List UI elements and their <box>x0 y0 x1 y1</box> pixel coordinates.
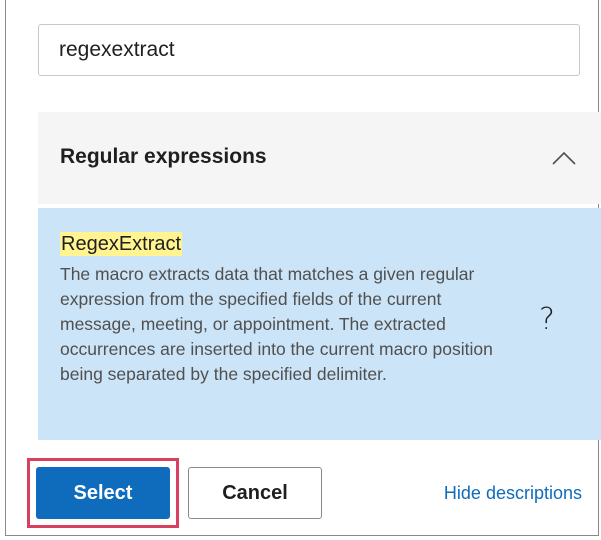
cancel-button[interactable]: Cancel <box>188 467 322 519</box>
select-button[interactable]: Select <box>36 467 170 519</box>
group-header-regular-expressions[interactable]: Regular expressions <box>38 112 601 204</box>
group-title: Regular expressions <box>60 145 267 168</box>
item-description: The macro extracts data that matches a g… <box>60 264 493 384</box>
chevron-up-icon[interactable] <box>550 148 578 168</box>
search-input[interactable] <box>38 24 580 76</box>
list-item-regexextract[interactable]: RegexExtract The macro extracts data tha… <box>38 208 601 440</box>
macro-picker-dialog: Regular expressions RegexExtract The mac… <box>5 0 601 536</box>
item-title: RegexExtract <box>60 232 183 256</box>
help-icon[interactable]: ? <box>539 300 555 340</box>
hide-descriptions-link[interactable]: Hide descriptions <box>444 483 582 504</box>
